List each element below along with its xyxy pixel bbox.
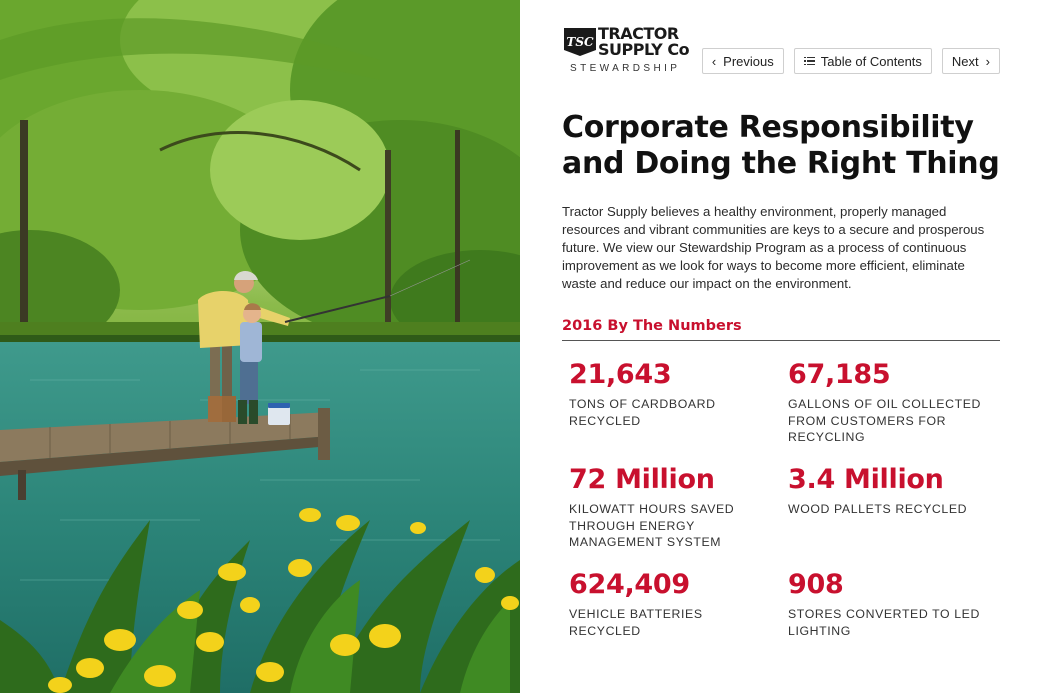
stat-item: 72 Million Kilowatt hours saved through …: [569, 463, 769, 551]
stat-item: 67,185 Gallons of oil collected from cus…: [788, 358, 988, 446]
stat-label: Tons of cardboard recycled: [569, 397, 716, 428]
stat-value: 21,643: [569, 359, 672, 390]
stat-label: Kilowatt hours saved through energy mana…: [569, 502, 735, 549]
stat-item: 908 Stores converted to LED lighting: [788, 568, 988, 639]
stat-value: 67,185: [788, 359, 891, 390]
stat-value: 3.4 Million: [788, 464, 944, 495]
next-button[interactable]: Next ›: [941, 48, 1000, 74]
table-of-contents-label: Table of Contents: [820, 53, 922, 69]
tsc-badge-icon: TSC: [564, 28, 596, 56]
next-label: Next: [951, 53, 979, 69]
chevron-right-icon: ›: [985, 53, 990, 69]
stat-label: Wood pallets recycled: [788, 502, 968, 516]
tractor-supply-logo[interactable]: TSC TRACTOR SUPPLY Co STEWARDSHIP: [562, 26, 692, 78]
previous-button[interactable]: ‹ Previous: [701, 48, 784, 74]
stat-label: Vehicle batteries recycled: [569, 607, 703, 638]
page-navigation: ‹ Previous Table of Contents Next ›: [701, 48, 1000, 74]
stat-value: 72 Million: [569, 464, 715, 495]
page-title: Corporate Responsibility and Doing the R…: [562, 110, 1000, 181]
stat-label: Stores converted to LED lighting: [788, 607, 980, 638]
list-icon: [803, 56, 815, 66]
stat-item: 21,643 Tons of cardboard recycled: [569, 358, 769, 429]
stat-label: Gallons of oil collected from customers …: [788, 397, 981, 444]
stat-value: 624,409: [569, 569, 690, 600]
stat-item: 3.4 Million Wood pallets recycled: [788, 463, 988, 518]
table-of-contents-button[interactable]: Table of Contents: [793, 48, 932, 74]
section-heading: 2016 By The Numbers: [562, 318, 1000, 341]
svg-text:TSC: TSC: [566, 35, 594, 49]
brand-name-line2: SUPPLY Co: [598, 40, 690, 59]
fishing-scene-illustration: [0, 0, 520, 693]
content-panel: TSC TRACTOR SUPPLY Co STEWARDSHIP ‹ Prev…: [520, 0, 1040, 693]
brand-subtitle: STEWARDSHIP: [570, 63, 681, 74]
chevron-left-icon: ‹: [711, 53, 717, 69]
stat-item: 624,409 Vehicle batteries recycled: [569, 568, 769, 639]
previous-label: Previous: [723, 53, 774, 69]
stat-value: 908: [788, 569, 844, 600]
intro-paragraph: Tractor Supply believes a healthy enviro…: [562, 204, 985, 291]
hero-photo: [0, 0, 520, 693]
